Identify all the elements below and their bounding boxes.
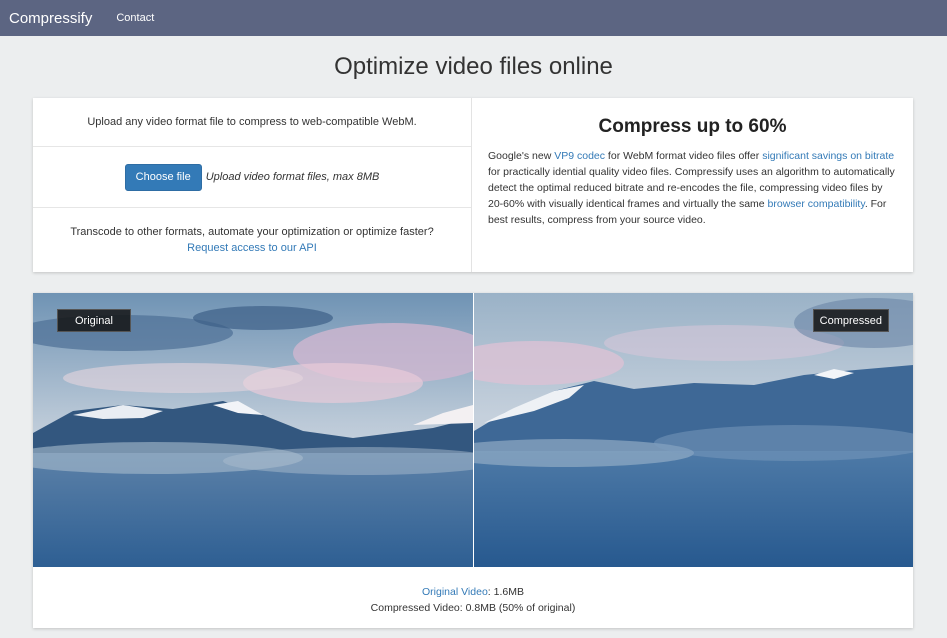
- upload-column: Upload any video format file to compress…: [33, 98, 472, 272]
- upload-hint-text: Upload video format files, max 8MB: [205, 171, 380, 183]
- original-size-text: : 1.6MB: [487, 586, 524, 598]
- brand-logo[interactable]: Compressify: [9, 10, 92, 27]
- file-picker-row: Choose file Upload video format files, m…: [33, 147, 471, 208]
- comparison-caption: Original Video: 1.6MB Compressed Video: …: [33, 567, 913, 616]
- info-description: Google's new VP9 codec for WebM format v…: [488, 148, 897, 228]
- api-access-link[interactable]: Request access to our API: [187, 240, 317, 256]
- browser-compatibility-link[interactable]: browser compatibility: [768, 198, 865, 210]
- original-frame-image: [33, 293, 473, 567]
- original-video-link[interactable]: Original Video: [422, 586, 488, 598]
- navbar: Compressify Contact: [0, 0, 947, 36]
- compressed-label: Compressed: [812, 309, 889, 332]
- upload-panel: Upload any video format file to compress…: [33, 98, 913, 272]
- compressed-size-text: Compressed Video: 0.8MB (50% of original…: [370, 602, 576, 614]
- api-row: Transcode to other formats, automate you…: [33, 208, 471, 271]
- comparison-viewer[interactable]: Original Compressed: [33, 293, 913, 567]
- info-column: Compress up to 60% Google's new VP9 code…: [472, 98, 913, 272]
- compressed-frame-image: [474, 293, 913, 567]
- upload-intro-text: Upload any video format file to compress…: [87, 116, 417, 128]
- page-title: Optimize video files online: [334, 53, 613, 80]
- comparison-slider-handle[interactable]: [473, 293, 474, 567]
- comparison-panel: Original Compressed Original Video: 1.6M…: [33, 293, 913, 628]
- choose-file-button[interactable]: Choose file: [124, 163, 202, 191]
- desc-text: for WebM format video files offer: [605, 150, 763, 162]
- vp9-codec-link[interactable]: VP9 codec: [554, 150, 605, 162]
- bitrate-savings-link[interactable]: significant savings on bitrate: [762, 150, 894, 162]
- upload-intro-row: Upload any video format file to compress…: [33, 98, 471, 147]
- desc-text: Google's new: [488, 150, 555, 162]
- original-size-line: Original Video: 1.6MB: [33, 584, 913, 600]
- original-label: Original: [57, 309, 131, 332]
- info-heading: Compress up to 60%: [598, 116, 787, 137]
- api-prompt-text: Transcode to other formats, automate you…: [70, 225, 434, 238]
- nav-contact-link[interactable]: Contact: [116, 12, 154, 24]
